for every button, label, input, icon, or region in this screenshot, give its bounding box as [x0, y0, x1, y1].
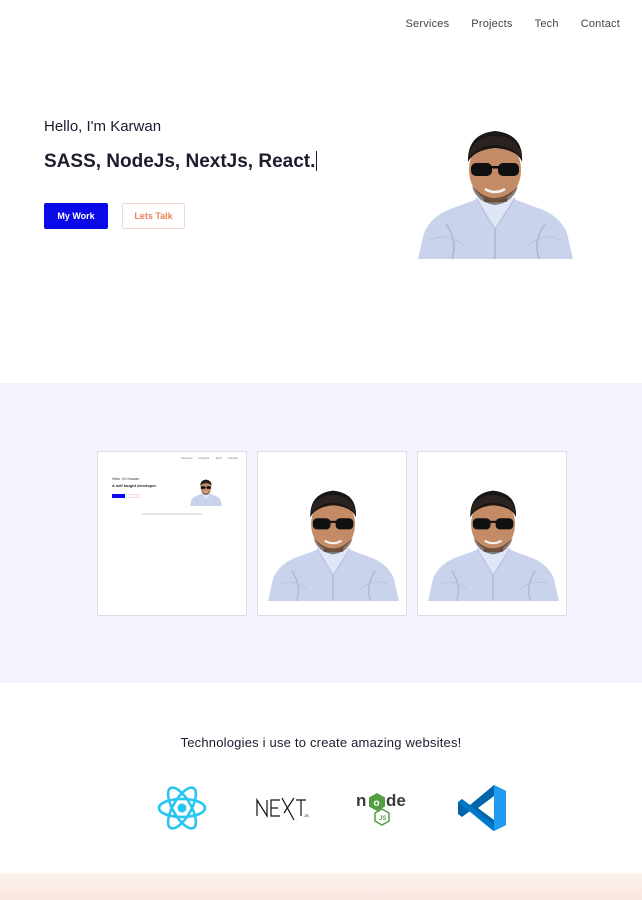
svg-text:de: de: [386, 791, 406, 810]
hero-portrait: [418, 128, 573, 259]
project-preview-screenshot: Services Projects Tech Contact Hello, I'…: [98, 452, 247, 518]
project-card[interactable]: Services Projects Tech Contact Hello, I'…: [97, 451, 247, 616]
preview-primary-button: [112, 494, 125, 498]
project-card[interactable]: [257, 451, 407, 616]
nodejs-icon: n o de JS: [355, 781, 409, 835]
preview-title: A self taught developer.: [112, 483, 157, 488]
preview-scrollbar: [246, 452, 247, 468]
preview-nav-item: Contact: [227, 456, 238, 460]
hero-section: Hello, I'm Karwan SASS, NodeJs, NextJs, …: [0, 0, 642, 383]
preview-nav-item: Tech: [215, 456, 222, 460]
vscode-icon: [456, 781, 510, 835]
project-thumbnail: [428, 488, 559, 601]
react-icon: [155, 781, 209, 835]
typing-caret: [316, 151, 318, 171]
tech-heading: Technologies i use to create amazing web…: [180, 735, 462, 750]
project-card[interactable]: [417, 451, 567, 616]
preview-nav: Services Projects Tech Contact: [181, 456, 238, 460]
hero-greeting: Hello, I'm Karwan: [44, 118, 162, 135]
preview-portrait: [190, 479, 222, 506]
preview-horizontal-scrollbar: [142, 513, 202, 515]
svg-text:JS: JS: [379, 816, 386, 822]
tech-section: Technologies i use to create amazing web…: [0, 683, 642, 873]
projects-section: Services Projects Tech Contact Hello, I'…: [0, 383, 642, 683]
svg-text:n: n: [356, 791, 366, 810]
svg-text:.JS: .JS: [303, 813, 309, 818]
preview-greeting: Hello, I'm Karwan: [112, 477, 140, 481]
hero-headline: SASS, NodeJs, NextJs, React.: [44, 151, 318, 173]
nextjs-icon: .JS: [254, 781, 309, 835]
preview-nav-item: Services: [180, 456, 193, 460]
lets-talk-button[interactable]: Lets Talk: [122, 203, 185, 229]
svg-text:o: o: [374, 798, 380, 809]
project-thumbnail: [268, 488, 399, 601]
preview-nav-item: Projects: [198, 456, 210, 460]
preview-secondary-button: [129, 494, 139, 498]
my-work-button[interactable]: My Work: [44, 203, 108, 229]
footer-section: [0, 873, 642, 900]
hero-headline-text: SASS, NodeJs, NextJs, React.: [44, 151, 316, 172]
